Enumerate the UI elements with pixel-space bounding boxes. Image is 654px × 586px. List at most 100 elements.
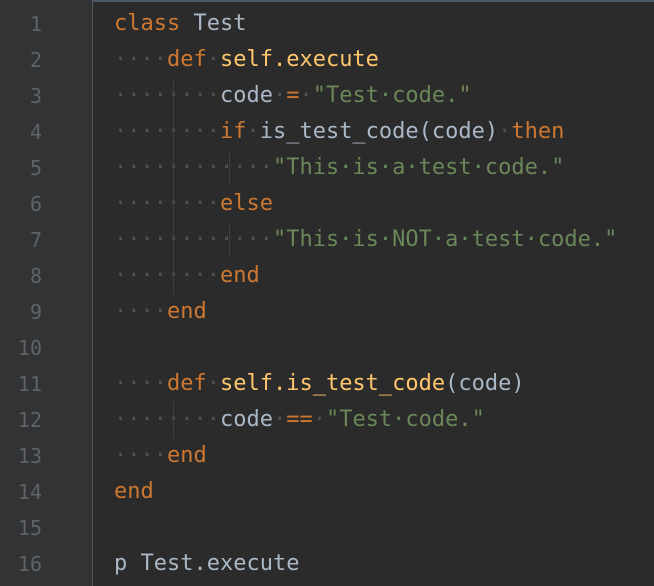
code-token: def	[166, 371, 207, 396]
code-line[interactable]: 11 ····def·self.is_test_code(code)	[0, 366, 654, 402]
line-number: 2	[29, 48, 42, 72]
code-text[interactable]: ····def·self.execute	[114, 42, 379, 78]
line-number: 14	[17, 480, 42, 504]
line-number: 12	[17, 408, 42, 432]
code-token: else	[219, 191, 273, 216]
line-number: 6	[29, 192, 42, 216]
code-token: ·	[312, 407, 326, 432]
code-token: end	[166, 299, 207, 324]
code-token: code	[219, 83, 273, 108]
line-number: 10	[17, 336, 42, 360]
indent-whitespace-marker: ····	[114, 299, 167, 324]
code-line[interactable]: 4 ········if·is_test_code(code)·then	[0, 114, 654, 150]
line-number: 16	[17, 552, 42, 576]
code-text[interactable]: ········code·=·"Test·code."	[114, 78, 472, 114]
code-line[interactable]: 3 ········code·=·"Test·code."	[0, 78, 654, 114]
code-token: ·	[206, 371, 220, 396]
code-token: class	[114, 11, 181, 36]
code-line[interactable]: 9 ····end	[0, 294, 654, 330]
code-token: end	[219, 263, 260, 288]
code-text[interactable]: ········end	[114, 258, 260, 294]
line-number: 4	[29, 120, 42, 144]
code-text[interactable]: ············"This·is·a·test·code."	[114, 150, 564, 186]
code-text[interactable]: ········code·==·"Test·code."	[114, 402, 485, 438]
code-token: self.is_test_code	[219, 371, 446, 396]
code-text[interactable]: ········else	[114, 186, 273, 222]
indent-guide	[229, 150, 230, 186]
line-number: 13	[17, 444, 42, 468]
indent-guide	[229, 222, 230, 258]
indent-whitespace-marker: ········	[114, 119, 220, 144]
code-token: ·	[246, 119, 260, 144]
line-number: 11	[17, 372, 42, 396]
code-token: ·	[272, 407, 287, 432]
code-token: def	[166, 47, 207, 72]
code-line[interactable]: 7 ············"This·is·NOT·a·test·code."	[0, 222, 654, 258]
line-number: 15	[17, 516, 42, 540]
code-token: then	[511, 119, 565, 144]
indent-whitespace-marker: ········	[114, 191, 220, 216]
code-lines[interactable]: 1 class Test 2 ····def·self.execute 3 ·······…	[0, 6, 654, 582]
code-line[interactable]: 6 ········else	[0, 186, 654, 222]
code-token: Test.execute	[140, 551, 300, 576]
code-token: =	[286, 83, 300, 108]
code-text[interactable]: ············"This·is·NOT·a·test·code."	[114, 222, 617, 258]
code-line[interactable]: 14 end	[0, 474, 654, 510]
code-text[interactable]: ····end	[114, 294, 207, 330]
indent-whitespace-marker: ········	[114, 83, 220, 108]
code-line[interactable]: 8 ········end	[0, 258, 654, 294]
code-token: ·	[272, 83, 287, 108]
code-token: if	[219, 119, 247, 144]
code-token: Test	[193, 11, 247, 36]
code-text[interactable]: ····def·self.is_test_code(code)	[114, 366, 525, 402]
line-number: 5	[29, 156, 42, 180]
line-number: 9	[29, 300, 42, 324]
code-text[interactable]: ····end	[114, 438, 207, 474]
code-token: "Test·code."	[325, 407, 485, 432]
code-text[interactable]: end	[114, 474, 154, 510]
code-line[interactable]: 2 ····def·self.execute	[0, 42, 654, 78]
code-token: end	[114, 479, 154, 504]
indent-whitespace-marker: ········	[114, 407, 220, 432]
indent-whitespace-marker: ············	[114, 155, 273, 180]
code-line[interactable]: 16 p Test.execute	[0, 546, 654, 582]
code-token: is_test_code	[259, 119, 419, 144]
code-token: p	[114, 551, 128, 576]
line-number: 1	[29, 12, 42, 36]
code-token: end	[166, 443, 207, 468]
code-line[interactable]: 10	[0, 330, 654, 366]
indent-guide	[173, 78, 174, 294]
code-text[interactable]: ········if·is_test_code(code)·then	[114, 114, 564, 150]
code-token: (code)	[418, 119, 499, 144]
indent-whitespace-marker: ····	[114, 371, 167, 396]
line-number: 7	[29, 228, 42, 252]
code-line[interactable]: 5 ············"This·is·a·test·code."	[0, 150, 654, 186]
code-token: ·	[498, 119, 512, 144]
code-token: ==	[286, 407, 313, 432]
line-number: 3	[29, 84, 42, 108]
indent-whitespace-marker: ····	[114, 47, 167, 72]
code-line[interactable]: 1 class Test	[0, 6, 654, 42]
code-text[interactable]: class Test	[114, 6, 246, 42]
indent-guide	[173, 402, 174, 438]
code-token: ·	[206, 47, 220, 72]
line-number: 8	[29, 264, 42, 288]
code-line[interactable]: 12 ········code·==·"Test·code."	[0, 402, 654, 438]
code-text[interactable]: p Test.execute	[114, 546, 299, 582]
code-token: "Test·code."	[312, 83, 472, 108]
indent-whitespace-marker: ····	[114, 443, 167, 468]
code-token: ·	[299, 83, 313, 108]
code-editor[interactable]: 1 class Test 2 ····def·self.execute 3 ·······…	[0, 0, 654, 586]
code-token: "This·is·a·test·code."	[272, 155, 565, 180]
code-token: "This·is·NOT·a·test·code."	[272, 227, 618, 252]
indent-whitespace-marker: ········	[114, 263, 220, 288]
code-token: (code)	[445, 371, 525, 396]
code-line[interactable]: 15	[0, 510, 654, 546]
code-token: code	[219, 407, 273, 432]
code-line[interactable]: 13 ····end	[0, 438, 654, 474]
code-token: self.execute	[219, 47, 379, 72]
indent-whitespace-marker: ············	[114, 227, 273, 252]
editor-top-border	[0, 0, 654, 2]
